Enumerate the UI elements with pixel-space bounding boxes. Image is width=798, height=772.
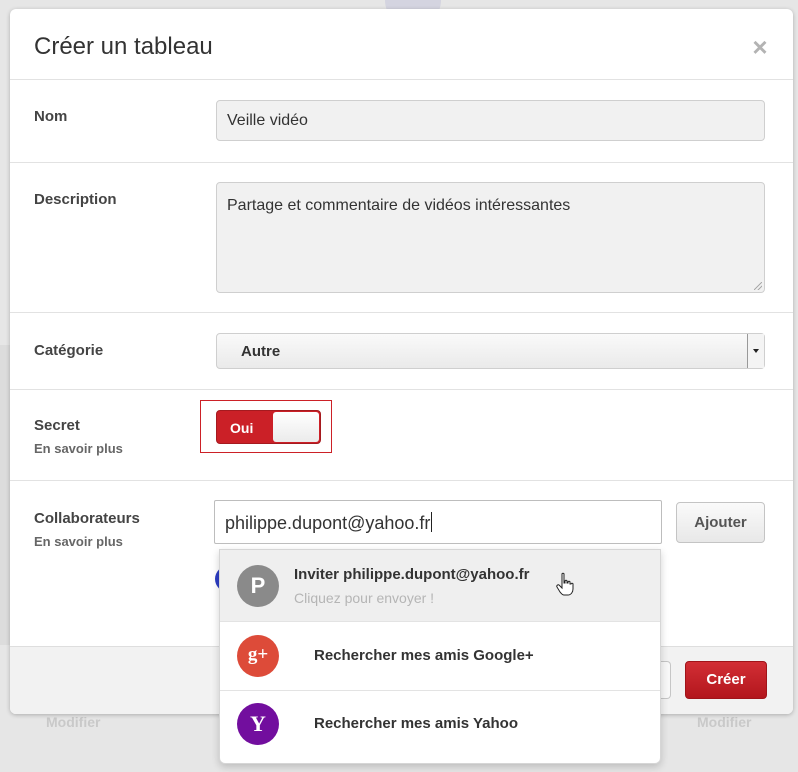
suggestion-google-plus[interactable]: g+ Rechercher mes amis Google+ [220,622,660,691]
text-caret [431,512,433,532]
name-row: Nom Veille vidéo [10,80,793,163]
collaborators-label: Collaborateurs [34,510,140,527]
secret-toggle-highlight: Oui [200,400,332,453]
collaborator-email-text: philippe.dupont@yahoo.fr [225,513,431,533]
user-avatar-icon: P [237,565,279,607]
collaborators-learn-more-link[interactable]: En savoir plus [34,534,123,549]
suggestion-title: Inviter philippe.dupont@yahoo.fr [294,566,530,583]
resize-grip-icon[interactable] [754,282,762,290]
collaborator-suggestions-dropdown: P Inviter philippe.dupont@yahoo.fr Cliqu… [219,549,661,764]
category-value: Autre [241,343,281,360]
collaborator-email-input[interactable]: philippe.dupont@yahoo.fr [214,500,662,544]
close-icon[interactable]: × [749,34,771,60]
google-plus-icon: g+ [237,635,279,677]
background-modifier-link: Modifier [46,714,101,730]
toggle-label: Oui [230,420,254,436]
suggestion-subtitle: Cliquez pour envoyer ! [294,590,435,606]
category-label: Catégorie [34,342,104,359]
secret-row: Secret En savoir plus Oui [10,390,793,481]
secret-toggle[interactable]: Oui [216,410,321,444]
suggestion-invite-email[interactable]: P Inviter philippe.dupont@yahoo.fr Cliqu… [220,550,660,622]
yahoo-icon: Y [237,703,279,745]
secret-label: Secret [34,417,80,434]
create-button[interactable]: Créer [685,661,767,699]
background-modifier-link: Modifier [697,714,752,730]
suggestion-yahoo[interactable]: Y Rechercher mes amis Yahoo [220,691,660,763]
dialog-title: Créer un tableau [34,33,213,60]
category-select[interactable]: Autre [216,333,765,369]
add-collaborator-button[interactable]: Ajouter [676,502,765,543]
dialog-header: Créer un tableau × [10,9,793,80]
secret-learn-more-link[interactable]: En savoir plus [34,441,123,456]
description-row: Description Partage et commentaire de vi… [10,163,793,313]
description-textarea[interactable]: Partage et commentaire de vidéos intéres… [216,182,765,293]
toggle-knob [273,412,319,442]
suggestion-title: Rechercher mes amis Yahoo [314,715,518,732]
suggestion-title: Rechercher mes amis Google+ [314,647,534,664]
category-row: Catégorie Autre [10,313,793,390]
description-label: Description [34,191,117,208]
chevron-down-icon[interactable] [747,334,764,368]
name-input[interactable]: Veille vidéo [216,100,765,141]
description-text: Partage et commentaire de vidéos intéres… [227,197,571,214]
hand-cursor-icon [556,572,574,596]
name-label: Nom [34,108,68,125]
